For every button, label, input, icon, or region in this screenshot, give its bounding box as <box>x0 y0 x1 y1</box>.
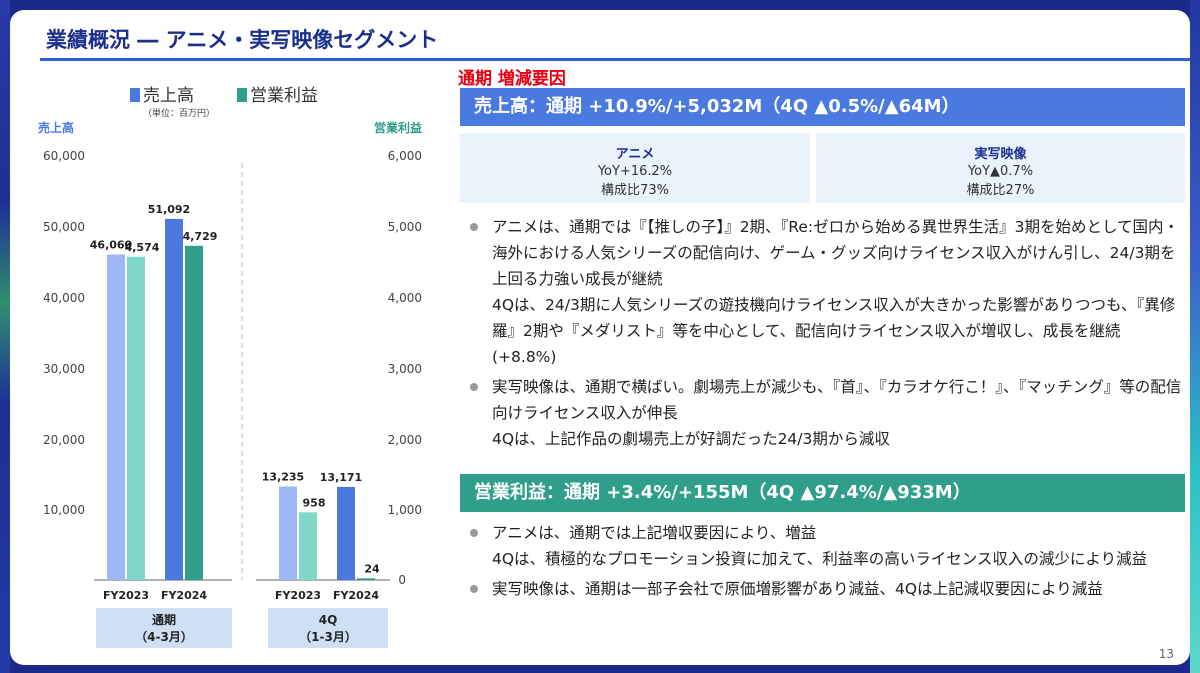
bullet-item: アニメは、通期では『【推しの子】』2期、『Re:ゼロから始める異世界生活』3期を… <box>464 214 1184 370</box>
bullet-item: アニメは、通期では上記増収要因により、増益 4Qは、積極的なプロモーション投資に… <box>464 520 1184 572</box>
profit-bar <box>357 578 375 580</box>
group-period-full-year: （4-3月） <box>135 629 193 644</box>
group-label-full-year: 通期 <box>152 612 176 627</box>
left-tick-label: 20,000 <box>43 433 85 447</box>
right-tick-label: 5,000 <box>388 220 422 234</box>
bullet-text: アニメは、通期では上記増収要因により、増益 <box>492 524 817 542</box>
slide-stage: 業績概況 ― アニメ・実写映像セグメント 売上高 営業利益 （単位：百万円） 売… <box>0 0 1200 673</box>
profit-bullets: アニメは、通期では上記増収要因により、増益 4Qは、積極的なプロモーション投資に… <box>464 520 1184 606</box>
chart-area: 売上高 営業利益 （単位：百万円） 売上高 営業利益 60,000 50,000… <box>30 68 450 654</box>
profit-data-label: 958 <box>303 496 326 509</box>
segment-yoy: YoY▲0.7% <box>967 164 1034 179</box>
bullet-text: アニメは、通期では『【推しの子】』2期、『Re:ゼロから始める異世界生活』3期を… <box>492 218 1180 288</box>
segment-yoy: YoY+16.2% <box>597 164 673 179</box>
right-axis-ticks: 6,000 5,000 4,000 3,000 2,000 1,000 0 <box>388 149 422 587</box>
right-tick-label: 1,000 <box>388 503 422 517</box>
segment-name: アニメ <box>615 147 655 162</box>
sales-bar <box>165 218 183 580</box>
profit-data-label: 4,574 <box>125 241 160 254</box>
segment-box-anime: アニメ YoY+16.2% 構成比73% <box>460 133 810 203</box>
sales-bar <box>107 254 125 580</box>
segment-ratio: 構成比73% <box>601 183 669 198</box>
sales-bar <box>337 486 355 580</box>
bar-marks: 46,06051,09213,235 13,1714,5744,72995824 <box>90 203 380 581</box>
left-tick-label: 60,000 <box>43 149 85 163</box>
legend-swatch-sales <box>130 88 140 102</box>
page-title: 業績概況 ― アニメ・実写映像セグメント <box>46 28 439 52</box>
group-period-4q: （1-3月） <box>299 629 357 644</box>
legend-label-profit: 営業利益 <box>250 86 318 106</box>
bullet-item: 実写映像は、通期は一部子会社で原価増影響があり減益、4Qは上記減収要因により減益 <box>464 576 1184 602</box>
sales-data-label: 13,171 <box>320 471 362 484</box>
sales-bullets: アニメは、通期では『【推しの子】』2期、『Re:ゼロから始める異世界生活』3期を… <box>464 214 1184 456</box>
left-edge-decoration <box>0 0 10 673</box>
profit-bar <box>299 512 317 580</box>
sales-bar <box>279 486 297 580</box>
right-tick-label: 4,000 <box>388 291 422 305</box>
sales-banner: 売上高：通期 +10.9%/+5,032M（4Q ▲0.5%/▲64M） <box>460 88 1185 126</box>
right-axis-title: 営業利益 <box>374 120 422 135</box>
category-label: FY2023 <box>275 589 321 602</box>
category-label: FY2024 <box>333 589 379 602</box>
bar-chart: 売上高 営業利益 （単位：百万円） 売上高 営業利益 60,000 50,000… <box>38 86 422 648</box>
legend-swatch-profit <box>237 88 247 102</box>
category-label: FY2023 <box>103 589 149 602</box>
bullet-text: 4Qは、24/3期に人気シリーズの遊技機向けライセンス収入が大きかった影響があり… <box>492 296 1176 366</box>
bullet-text: 4Qは、上記作品の劇場売上が好調だった24/3期から減収 <box>492 430 890 448</box>
right-tick-label: 2,000 <box>388 433 422 447</box>
right-edge-decoration <box>1190 0 1200 673</box>
bullet-text: 実写映像は、通期は一部子会社で原価増影響があり減益、4Qは上記減収要因により減益 <box>492 580 1103 598</box>
left-axis-title: 売上高 <box>38 120 74 135</box>
profit-data-label: 24 <box>364 562 380 575</box>
profit-bar <box>185 245 203 581</box>
bullet-text: 4Qは、積極的なプロモーション投資に加えて、利益率の高いライセンス収入の減少によ… <box>492 550 1148 568</box>
bullet-item: 実写映像は、通期で横ばい。劇場売上が減少も、『首』、『カラオケ行こ！』、『マッチ… <box>464 374 1184 452</box>
left-axis-ticks: 60,000 50,000 40,000 30,000 20,000 10,00… <box>43 149 85 517</box>
left-tick-label: 40,000 <box>43 291 85 305</box>
bullet-text: 実写映像は、通期で横ばい。劇場売上が減少も、『首』、『カラオケ行こ！』、『マッチ… <box>492 378 1182 422</box>
profit-bar <box>127 256 145 580</box>
segment-box-live-action: 実写映像 YoY▲0.7% 構成比27% <box>816 133 1185 203</box>
right-tick-label: 0 <box>398 573 406 587</box>
sales-data-label: 51,092 <box>148 203 190 216</box>
category-label: FY2024 <box>161 589 207 602</box>
segment-ratio: 構成比27% <box>966 183 1035 198</box>
legend-unit: （単位：百万円） <box>143 107 215 119</box>
left-tick-label: 10,000 <box>43 503 85 517</box>
right-tick-label: 3,000 <box>388 362 422 376</box>
profit-banner: 営業利益：通期 +3.4%/+155M（4Q ▲97.4%/▲933M） <box>460 474 1185 512</box>
sales-data-label: 13,235 <box>262 470 304 483</box>
legend-label-sales: 売上高 <box>143 86 194 106</box>
left-tick-label: 30,000 <box>43 362 85 376</box>
title-underline <box>40 58 1190 61</box>
segment-name: 実写映像 <box>974 147 1027 162</box>
slide: 業績概況 ― アニメ・実写映像セグメント 売上高 営業利益 （単位：百万円） 売… <box>10 10 1190 665</box>
group-label-4q: 4Q <box>319 613 338 627</box>
category-labels: FY2023 FY2024 FY2023 FY2024 <box>103 589 379 602</box>
reasons-heading: 通期 増減要因 <box>458 69 566 89</box>
profit-data-label: 4,729 <box>183 230 218 243</box>
left-tick-label: 50,000 <box>43 220 85 234</box>
page-number: 13 <box>1158 647 1174 661</box>
right-tick-label: 6,000 <box>388 149 422 163</box>
